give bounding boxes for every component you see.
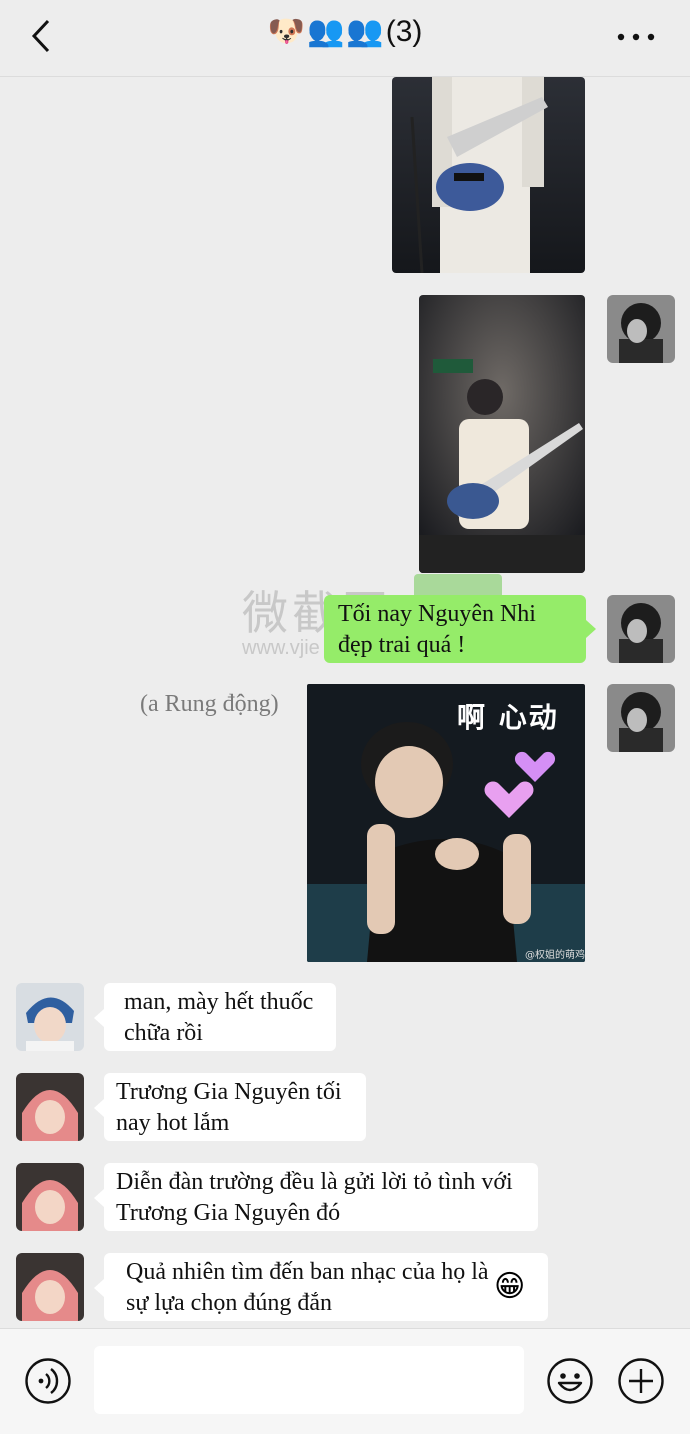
member-avatar-pink-hair[interactable] xyxy=(16,1253,84,1321)
self-avatar-image xyxy=(607,295,675,363)
message-bubble-other[interactable]: man, mày hết thuốc chữa rồi xyxy=(104,983,336,1051)
message-bubble-other[interactable]: Diễn đàn trường đều là gửi lời tỏ tình v… xyxy=(104,1163,538,1231)
member-avatar-image xyxy=(16,1253,84,1321)
group-emoji-icon: 👥 xyxy=(346,15,384,48)
message-bubble-other[interactable]: Trương Gia Nguyên tối nay hot lắm xyxy=(104,1073,366,1141)
message-bubble-other[interactable]: Quả nhiên tìm đến ban nhạc của họ là sự … xyxy=(104,1253,548,1321)
member-avatar-image xyxy=(16,1073,84,1141)
sticker-image[interactable]: 啊 心动 @权姐的萌鸡 xyxy=(307,684,585,962)
member-count: (3) xyxy=(385,14,423,48)
bubble-tail xyxy=(94,1279,104,1297)
message-bubble-self[interactable]: Tối nay Nguyên Nhi đẹp trai quá ! xyxy=(324,595,586,663)
grinning-emoji-icon: 😁 xyxy=(494,1269,526,1304)
group-emoji-icon: 👥 xyxy=(306,15,345,48)
message-list[interactable]: 微截图 www.vjie Tối nay Nguyên Nhi đẹp trai… xyxy=(0,77,690,1327)
self-avatar[interactable] xyxy=(607,684,675,752)
member-avatar-pink-hair[interactable] xyxy=(16,1163,84,1231)
bubble-tail xyxy=(94,1009,104,1027)
shiba-emoji-icon: 🐶 xyxy=(267,15,305,48)
plus-icon[interactable] xyxy=(617,1357,665,1405)
member-avatar-pink-hair[interactable] xyxy=(16,1073,84,1141)
bubble-tail xyxy=(94,1189,104,1207)
guitar-photo-image xyxy=(419,295,585,573)
message-text: Quả nhiên tìm đến ban nhạc của họ là sự … xyxy=(126,1259,489,1316)
sticker-text: 啊 心动 xyxy=(457,701,559,734)
message-text: Tối nay Nguyên Nhi đẹp trai quá ! xyxy=(338,601,536,658)
sent-photo-guitarist[interactable] xyxy=(392,77,585,273)
message-input[interactable] xyxy=(94,1346,524,1414)
more-dots-icon[interactable] xyxy=(612,22,660,52)
self-avatar-image xyxy=(607,595,675,663)
member-avatar-image xyxy=(16,983,84,1051)
message-text: Trương Gia Nguyên tối nay hot lắm xyxy=(116,1079,342,1136)
voice-icon[interactable] xyxy=(24,1357,72,1405)
bubble-tail xyxy=(586,620,596,638)
guitar-photo-image xyxy=(392,77,585,273)
smiley-icon[interactable] xyxy=(546,1357,594,1405)
sticker-caption: (a Rung động) xyxy=(140,691,279,717)
sticker-credit: @权姐的萌鸡 xyxy=(525,950,585,961)
self-avatar[interactable] xyxy=(607,295,675,363)
self-avatar[interactable] xyxy=(607,595,675,663)
bubble-tail xyxy=(94,1099,104,1117)
member-avatar-image xyxy=(16,1163,84,1231)
chat-title: 🐶 👥 👥 (3) xyxy=(0,14,690,49)
message-text: man, mày hết thuốc chữa rồi xyxy=(124,989,314,1046)
sent-photo-guitarist-2[interactable] xyxy=(419,295,585,573)
self-avatar-image xyxy=(607,684,675,752)
message-text: Diễn đàn trường đều là gửi lời tỏ tình v… xyxy=(116,1169,513,1226)
member-avatar-blue-hair[interactable] xyxy=(16,983,84,1051)
